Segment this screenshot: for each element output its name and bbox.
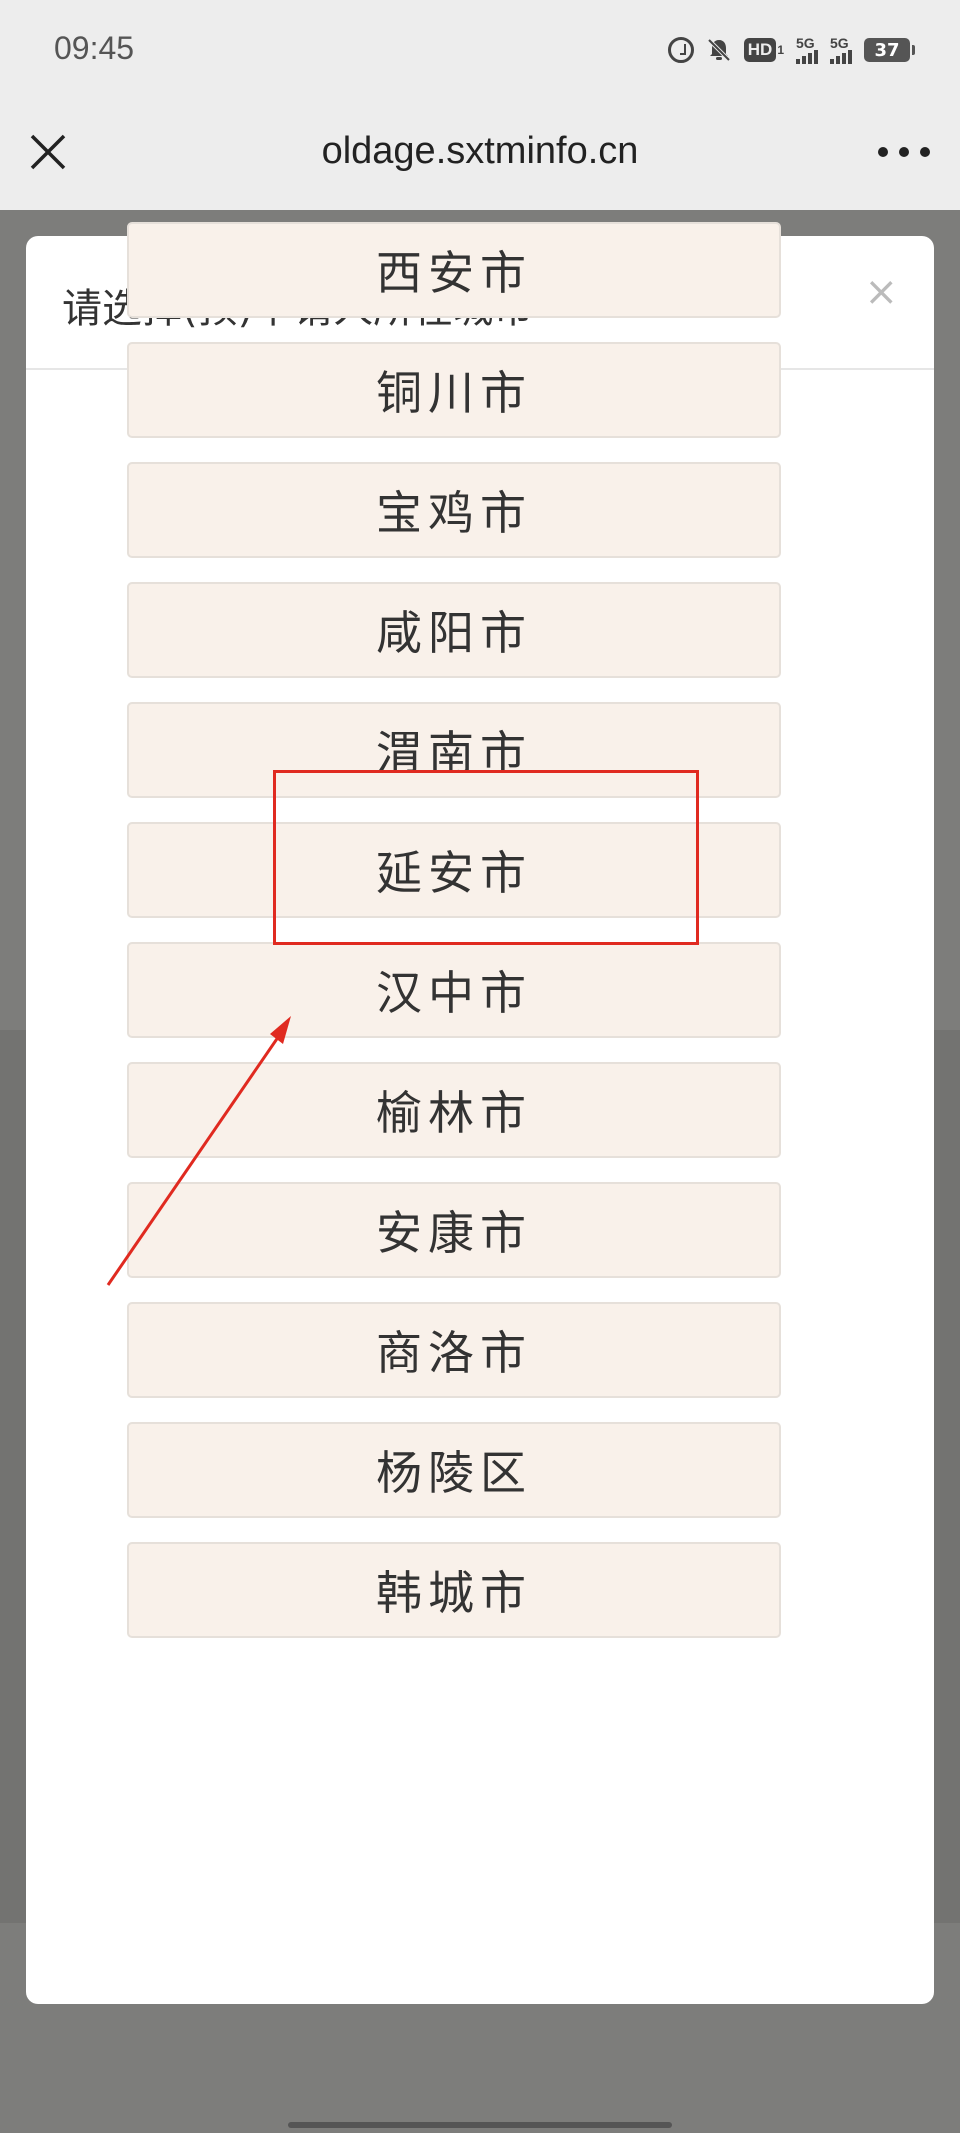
hd-icon: HD 1 <box>743 38 784 62</box>
hd-sup: 1 <box>777 43 784 57</box>
city-option-yulin[interactable]: 榆林市 <box>127 1062 781 1158</box>
city-option-ankang[interactable]: 安康市 <box>127 1182 781 1278</box>
status-time: 09:45 <box>54 30 135 66</box>
home-indicator <box>288 2122 672 2128</box>
browser-bar: oldage.sxtminfo.cn <box>0 100 960 210</box>
city-option-xian[interactable]: 西安市 <box>127 222 781 318</box>
battery-icon: 37 <box>864 38 915 62</box>
city-option-hancheng[interactable]: 韩城市 <box>127 1542 781 1638</box>
status-icons: HD 1 5G 5G 37 <box>667 30 915 70</box>
battery-level: 37 <box>874 39 900 61</box>
city-option-hanzhong[interactable]: 汉中市 <box>127 942 781 1038</box>
modal-close-icon[interactable]: × <box>864 272 898 312</box>
city-option-yangling[interactable]: 杨陵区 <box>127 1422 781 1518</box>
city-option-yanan[interactable]: 延安市 <box>127 822 781 918</box>
hd-label: HD <box>743 38 777 62</box>
city-option-tongchuan[interactable]: 铜川市 <box>127 342 781 438</box>
city-option-xianyang[interactable]: 咸阳市 <box>127 582 781 678</box>
signal-5g-icon: 5G <box>796 36 818 64</box>
status-bar: 09:45 HD 1 5G 5G 37 <box>0 0 960 100</box>
net2-label: 5G <box>830 35 849 51</box>
page-url: oldage.sxtminfo.cn <box>321 130 639 172</box>
bell-off-icon <box>706 37 732 63</box>
net1-label: 5G <box>796 35 815 51</box>
alarm-icon <box>667 37 694 63</box>
signal-5g-icon: 5G <box>830 36 852 64</box>
city-option-shangluo[interactable]: 商洛市 <box>127 1302 781 1398</box>
more-icon[interactable] <box>878 142 930 162</box>
city-option-weinan[interactable]: 渭南市 <box>127 702 781 798</box>
city-option-baoji[interactable]: 宝鸡市 <box>127 462 781 558</box>
